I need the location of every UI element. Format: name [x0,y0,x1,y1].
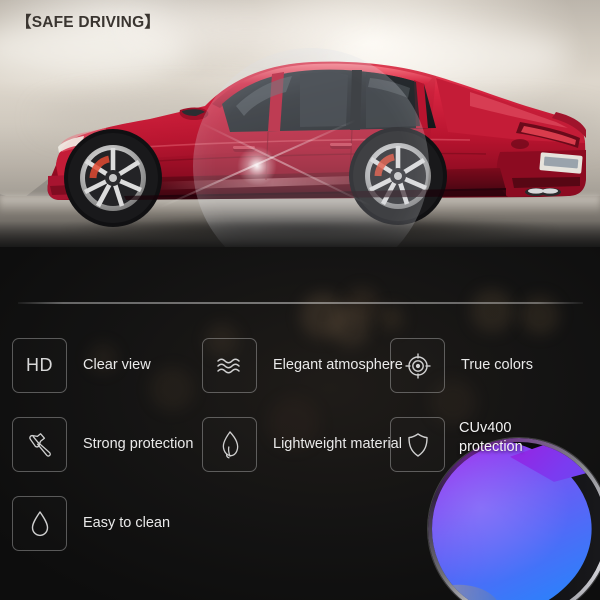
feature-elegant-atmosphere[interactable]: Elegant atmosphere [202,338,403,393]
lens-flare-point [237,146,277,186]
feature-label: Elegant atmosphere [273,357,403,373]
feature-strong-protection[interactable]: Strong protection [12,417,193,472]
lens-inner [432,442,600,600]
hero-title: 【SAFE DRIVING】 [16,14,161,31]
bokeh-circle [470,289,514,333]
water-drop-icon [12,496,67,551]
hero-bottom-fade [0,221,600,247]
waves-icon [202,338,257,393]
feature-lightweight-material[interactable]: Lightweight material [202,417,402,472]
feature-easy-to-clean[interactable]: Easy to clean [12,496,170,551]
hd-icon: HD [12,338,67,393]
shield-icon [390,417,445,472]
feature-label: Easy to clean [83,515,171,531]
hd-icon-text: HD [26,355,53,375]
feature-label: CUv400 protection [459,420,523,455]
feature-label: True colors [461,357,533,373]
bokeh-circle [150,367,194,411]
bokeh-circle [378,305,404,331]
crosshair-icon [390,338,445,393]
section-divider [18,302,583,304]
feature-label: Lightweight material [273,436,402,452]
leaf-icon [202,417,257,472]
hero-car-photo: 【SAFE DRIVING】 [0,0,600,247]
feature-true-colors[interactable]: True colors [390,338,533,393]
feature-label: Strong protection [83,436,194,452]
hammer-icon [12,417,67,472]
feature-cuv400-protection[interactable] [390,417,445,472]
feature-clear-view[interactable]: HD Clear view [12,338,151,393]
bokeh-circle [520,295,560,335]
feature-label: Clear view [83,357,151,373]
product-feature-page: 【SAFE DRIVING】 HD Clear view Elegant atm… [0,0,600,600]
uv400-lens-disc [428,438,600,600]
